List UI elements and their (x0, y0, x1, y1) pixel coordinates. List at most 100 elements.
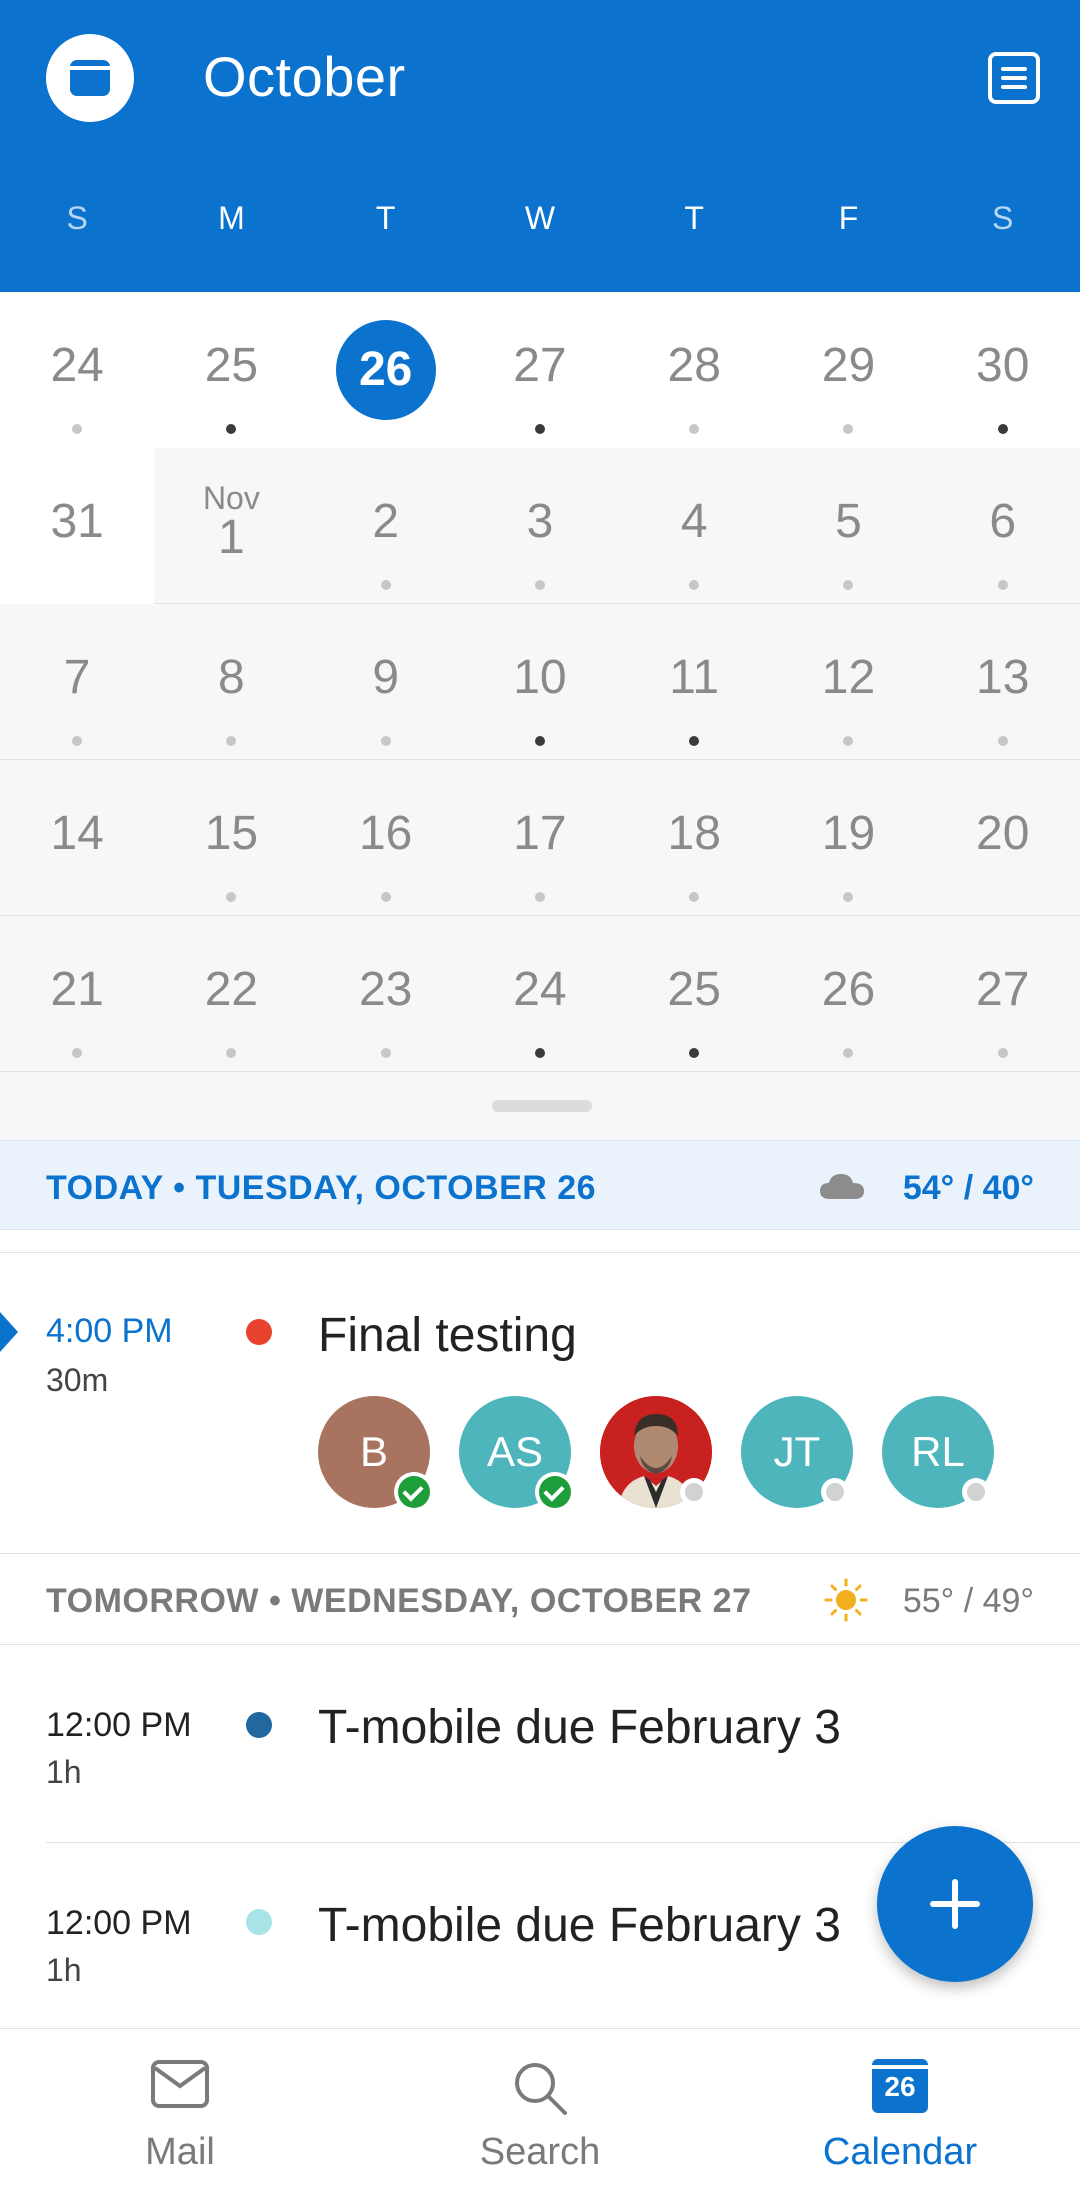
event-indicator-dot (380, 1048, 391, 1058)
event-indicator-dot (689, 424, 700, 434)
day-number: 19 (821, 807, 876, 860)
day-cell[interactable]: 22 (154, 916, 308, 1072)
day-cell[interactable]: 30 (925, 292, 1080, 448)
day-cell[interactable]: 9 (309, 604, 463, 760)
day-cell[interactable]: 16 (309, 760, 463, 916)
day-cell[interactable]: 19 (771, 760, 925, 916)
event-indicator-dot (226, 736, 237, 746)
day-number: 28 (667, 339, 721, 392)
day-cell[interactable]: 20 (926, 760, 1080, 916)
tomorrow-section-header: TOMORROW • WEDNESDAY, OCTOBER 27 55° / 4… (0, 1554, 1080, 1644)
event-indicator-dot (226, 424, 237, 434)
attendee-avatar[interactable]: AS (459, 1396, 575, 1512)
day-number: 21 (50, 963, 104, 1016)
agenda-view-button[interactable] (988, 52, 1040, 104)
day-cell[interactable]: 12 (771, 604, 925, 760)
event-indicator-dot (534, 1048, 545, 1058)
day-cell[interactable]: 23 (309, 916, 463, 1072)
nav-search-label: Search (479, 2131, 601, 2173)
day-cell[interactable]: 24 (0, 292, 155, 448)
event-duration: 1h (46, 1754, 82, 1790)
attendee-avatar[interactable]: JT (741, 1396, 853, 1508)
day-number: 22 (204, 963, 259, 1016)
mail-icon (151, 2060, 209, 2108)
day-number: 20 (976, 807, 1030, 860)
day-number: 12 (821, 651, 876, 704)
day-cell[interactable]: 3 (463, 448, 617, 604)
day-number: 4 (680, 495, 708, 548)
day-cell[interactable]: 7 (0, 604, 154, 760)
day-number: 23 (358, 963, 413, 1016)
day-cell[interactable]: 18 (617, 760, 771, 916)
pending-dot-icon (826, 1483, 844, 1501)
day-cell[interactable]: 8 (154, 604, 308, 760)
day-cell[interactable]: 5 (771, 448, 925, 604)
event-title: T-mobile due February 3 (318, 1899, 841, 1952)
day-number: 6 (989, 495, 1017, 548)
day-cell[interactable]: Nov 1 (154, 448, 308, 604)
new-event-button[interactable] (877, 1826, 1033, 1982)
plus-icon-stroke (952, 1879, 958, 1929)
attendee-photo-avatar[interactable] (600, 1396, 712, 1508)
event-duration: 1h (46, 1952, 82, 1988)
day-cell[interactable]: 17 (463, 760, 617, 916)
attendee-avatar[interactable]: B (318, 1396, 434, 1512)
day-cell[interactable]: 2 (309, 448, 463, 604)
event-time: 4:00 PM (46, 1312, 173, 1350)
day-cell[interactable]: 25 (154, 292, 309, 448)
day-number: 15 (204, 807, 259, 860)
attendee-initials: JT (773, 1428, 821, 1475)
nav-search[interactable]: Search (360, 2029, 720, 2187)
day-cell[interactable]: 24 (463, 916, 617, 1072)
search-icon (515, 2063, 567, 2115)
day-number: 24 (513, 963, 567, 1016)
day-cell[interactable]: 21 (0, 916, 154, 1072)
day-number: 26 (821, 963, 876, 1016)
weekday-label: T (684, 200, 704, 236)
pending-badge (962, 1478, 990, 1506)
event-indicator-dot (843, 736, 854, 746)
day-number: 24 (50, 339, 104, 392)
event-indicator-dot (689, 580, 700, 590)
event-time: 12:00 PM (46, 1904, 192, 1942)
divider (0, 1252, 1080, 1253)
event-indicator-dot (843, 892, 854, 902)
day-cell[interactable]: 11 (617, 604, 771, 760)
day-cell[interactable]: 25 (617, 916, 771, 1072)
day-cell[interactable]: 28 (617, 292, 772, 448)
grid-drag-handle[interactable] (492, 1100, 592, 1112)
cloud-icon (820, 1174, 864, 1199)
nav-calendar[interactable]: 26 Calendar (720, 2029, 1080, 2187)
day-cell[interactable]: 13 (926, 604, 1080, 760)
day-cell-selected[interactable]: 26 (308, 292, 463, 448)
day-cell[interactable]: 27 (926, 916, 1080, 1072)
event-indicator-dot (689, 736, 700, 746)
day-number: 1 (218, 511, 245, 564)
event-indicator-dot (72, 1048, 83, 1058)
day-cell[interactable]: 4 (617, 448, 771, 604)
day-cell[interactable]: 15 (154, 760, 308, 916)
account-avatar-button[interactable] (46, 34, 134, 122)
day-cell[interactable]: 27 (462, 292, 618, 448)
day-cell[interactable]: 14 (0, 760, 154, 916)
day-cell[interactable]: 29 (771, 292, 926, 448)
weekday-label: W (524, 200, 556, 236)
checkmark-icon (398, 1476, 430, 1508)
event-indicator-dot (534, 580, 545, 590)
weekday-label: T (375, 200, 396, 236)
nav-mail[interactable]: Mail (0, 2029, 360, 2187)
day-number: 5 (835, 495, 862, 548)
day-cell[interactable]: 6 (926, 448, 1080, 604)
attendee-avatar[interactable]: RL (882, 1396, 994, 1508)
day-cell[interactable]: 31 (0, 448, 155, 604)
event-title: Final testing (318, 1309, 577, 1362)
month-title[interactable]: October (203, 44, 406, 109)
weekday-row: S M T W T F S (0, 200, 1080, 250)
tomorrow-date-label: TOMORROW • WEDNESDAY, OCTOBER 27 (46, 1582, 752, 1620)
day-cell[interactable]: 10 (463, 604, 617, 760)
day-cell[interactable]: 26 (771, 916, 925, 1072)
event-indicator-dot (226, 1048, 237, 1058)
day-number: 29 (821, 339, 876, 392)
bottom-navigation: Mail Search 26 Calendar (0, 2028, 1080, 2187)
day-number: 27 (976, 963, 1030, 1016)
